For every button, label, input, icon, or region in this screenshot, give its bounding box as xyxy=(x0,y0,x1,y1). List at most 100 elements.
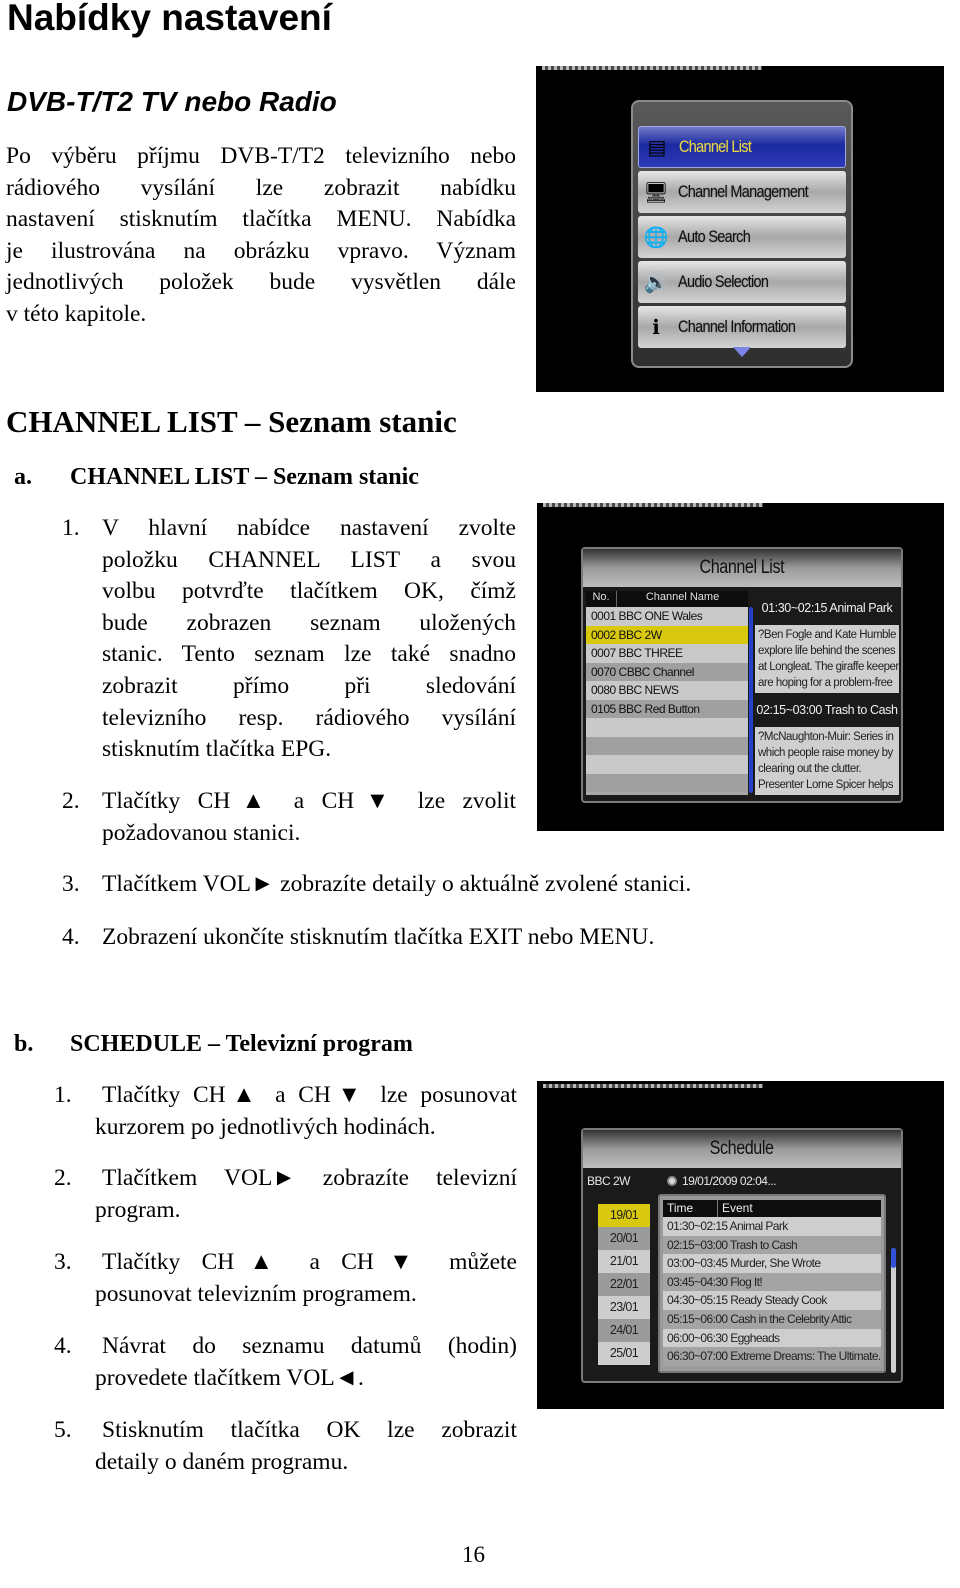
event-row[interactable]: 06:00~06:30 Eggheads xyxy=(663,1328,881,1348)
list-item: 2. Tlačítkem VOL► zobrazíte televizní pr… xyxy=(54,1163,517,1227)
item-number: 4. xyxy=(62,924,80,950)
globe-search-icon: 🌐 xyxy=(643,226,669,249)
channel-row[interactable] xyxy=(586,773,748,792)
event-row[interactable]: 02:15~03:00 Trash to Cash xyxy=(663,1235,881,1255)
item-line: Návrat do seznamu datumů (hodin) xyxy=(102,1333,517,1359)
item-number: 3. xyxy=(62,871,80,897)
info-icon: ℹ xyxy=(652,316,660,339)
item-text: V hlavní nabídce nastavení zvolte položk… xyxy=(102,513,516,766)
clock-icon xyxy=(667,1176,677,1186)
subsection-a-heading: a. CHANNEL LIST – Seznam stanic xyxy=(14,461,514,493)
channel-row[interactable] xyxy=(586,755,748,774)
item-number: 2. xyxy=(54,1165,72,1191)
menu-item[interactable]: ℹ Channel Information xyxy=(638,306,846,348)
event-row[interactable]: 03:00~03:45 Murder, She Wrote xyxy=(663,1254,881,1273)
intro-paragraph: Po výběru příjmu DVB-T/T2 televizního ne… xyxy=(6,141,516,331)
item-line: posunovat televizním programem. xyxy=(95,1280,417,1307)
item-number: 2. xyxy=(62,788,80,814)
event-table: Time Event 01:30~02:15 Animal Park 02:15~… xyxy=(658,1194,886,1373)
speaker-icon: 🔊 xyxy=(643,271,669,294)
item-number: 5. xyxy=(54,1417,72,1443)
item-line: zobrazit přímo při sledování xyxy=(102,672,516,699)
event-row[interactable]: 06:30~07:00 Extreme Dreams: The Ultimate… xyxy=(663,1347,881,1366)
date-item[interactable]: 21/01 xyxy=(598,1250,650,1273)
event-row[interactable]: 01:30~02:15 Animal Park xyxy=(663,1217,881,1236)
list-item: 2. Tlačítky CH▲ a CH▼ lze zvolit požadov… xyxy=(62,786,517,850)
menu-item[interactable]: 🖥 Channel Management xyxy=(638,171,846,213)
date-item[interactable]: 20/01 xyxy=(598,1227,650,1250)
scroll-down-arrow-icon[interactable] xyxy=(733,347,751,357)
item-line: volbu potvrďte tlačítkem OK, čímž xyxy=(102,578,516,605)
intro-line: rádiového vysílání lze zobrazit nabídku xyxy=(6,174,516,201)
item-number: 3. xyxy=(54,1249,72,1275)
schedule-datetime-text: 19/01/2009 02:04... xyxy=(682,1174,776,1188)
channel-row[interactable]: 0002 BBC 2W xyxy=(586,625,748,644)
subsection-title: SCHEDULE – Televizní program xyxy=(70,1031,413,1057)
subsection-letter: b. xyxy=(14,1031,34,1057)
item-line: V hlavní nabídce nastavení zvolte xyxy=(102,515,516,541)
event-description: ?McNaughton-Muir: Series in which people … xyxy=(755,727,899,795)
event-description: ?Ben Fogle and Kate Humble explore life b… xyxy=(755,625,899,693)
section-heading: CHANNEL LIST – Seznam stanic xyxy=(6,404,457,439)
intro-line: v této kapitole. xyxy=(6,300,147,327)
item-line: Tlačítky CH▲ a CH▼ lze zvolit xyxy=(102,788,516,814)
column-header-event: Event xyxy=(722,1201,753,1215)
item-line: Tlačítky CH▲ a CH▼ můžete xyxy=(102,1249,517,1275)
menu-item-label: Channel Management xyxy=(678,182,809,201)
date-item[interactable]: 22/01 xyxy=(598,1273,650,1296)
channel-row[interactable] xyxy=(586,736,748,755)
item-number: 1. xyxy=(62,515,80,541)
item-line: požadovanou stanici. xyxy=(102,819,301,846)
menu-item[interactable]: 🔊 Audio Selection xyxy=(638,261,846,303)
event-description-line: Presenter Lorne Spicer helps xyxy=(758,779,893,791)
event-description-line: which people raise money by xyxy=(758,747,893,759)
osd-schedule: Schedule BBC 2W 19/01/2009 02:04... 19/0… xyxy=(581,1128,903,1383)
item-line: bude zobrazen seznam uložených xyxy=(102,609,516,636)
date-item[interactable]: 24/01 xyxy=(598,1319,650,1342)
item-line: Tlačítkem VOL► zobrazíte detaily o aktuá… xyxy=(102,871,692,897)
date-item[interactable]: 19/01 xyxy=(598,1204,650,1227)
menu-item[interactable]: ▤ Channel List xyxy=(638,126,846,168)
scrollbar[interactable] xyxy=(749,607,753,793)
osd-main-menu: ▤ Channel List 🖥 Channel Management 🌐 Auto Se… xyxy=(631,100,853,368)
event-row[interactable]: 04:30~05:15 Ready Steady Cook xyxy=(663,1291,881,1310)
channel-rows: 0001 BBC ONE Wales 0002 BBC 2W 0007 BBC TH… xyxy=(586,607,748,792)
item-text: Tlačítkem VOL► zobrazíte televizní progr… xyxy=(95,1163,517,1226)
event-description-line: clearing out the clutter. xyxy=(758,763,862,775)
item-line: provedete tlačítkem VOL◄. xyxy=(95,1364,364,1391)
page-number: 16 xyxy=(462,1542,485,1567)
image-artifact xyxy=(542,66,762,70)
channel-management-icon: 🖥 xyxy=(643,181,669,204)
channel-row[interactable]: 0105 BBC Red Button xyxy=(586,699,748,718)
scrollbar[interactable] xyxy=(891,1248,896,1373)
list-item: 3. Tlačítky CH▲ a CH▼ můžete posunovat t… xyxy=(54,1247,517,1311)
date-item[interactable]: 25/01 xyxy=(598,1342,650,1365)
channel-row[interactable]: 0080 BBC NEWS xyxy=(586,681,748,700)
menu-item-label: Audio Selection xyxy=(678,272,769,291)
subsection-title: CHANNEL LIST – Seznam stanic xyxy=(70,464,419,490)
schedule-channel-name: BBC 2W xyxy=(587,1174,631,1188)
event-rows: 01:30~02:15 Animal Park 02:15~03:00 Trash… xyxy=(663,1217,881,1366)
channel-row[interactable]: 0001 BBC ONE Wales xyxy=(586,607,748,626)
channel-row[interactable]: 0007 BBC THREE xyxy=(586,644,748,663)
event-row[interactable]: 05:15~06:00 Cash in the Celebrity Attic xyxy=(663,1309,881,1329)
channel-table: No. Channel Name 0001 BBC ONE Wales 0002 … xyxy=(586,591,748,795)
osd-title-text: Channel List xyxy=(699,557,785,578)
item-line: detaily o daném programu. xyxy=(95,1448,349,1475)
date-item[interactable]: 23/01 xyxy=(598,1296,650,1319)
channel-row[interactable]: 0070 CBBC Channel xyxy=(586,662,748,681)
channel-row[interactable] xyxy=(586,718,748,737)
schedule-screenshot: Schedule BBC 2W 19/01/2009 02:04... 19/0… xyxy=(537,1081,944,1409)
schedule-info-bar: BBC 2W 19/01/2009 02:04... xyxy=(587,1174,897,1192)
menu-item[interactable]: 🌐 Auto Search xyxy=(638,216,846,258)
item-line: položku CHANNEL LIST a svou xyxy=(102,546,516,573)
event-row[interactable]: 03:45~04:30 Flog It! xyxy=(663,1272,881,1292)
page-title: Nabídky nastavení xyxy=(7,0,332,38)
event-description-line: at Longleat. The giraffe keepers xyxy=(758,661,899,673)
item-line: Zobrazení ukončíte stisknutím tlačítka E… xyxy=(102,924,655,950)
item-line: Tlačítkem VOL► zobrazíte televizní xyxy=(102,1165,517,1191)
item-line: program. xyxy=(95,1196,181,1223)
item-text: Tlačítky CH▲ a CH▼ můžete posunovat tele… xyxy=(95,1247,517,1310)
intro-line: jednotlivých položek bude vysvětlen dále xyxy=(6,269,516,296)
subsection-b-heading: b. SCHEDULE – Televizní program xyxy=(14,1028,514,1060)
